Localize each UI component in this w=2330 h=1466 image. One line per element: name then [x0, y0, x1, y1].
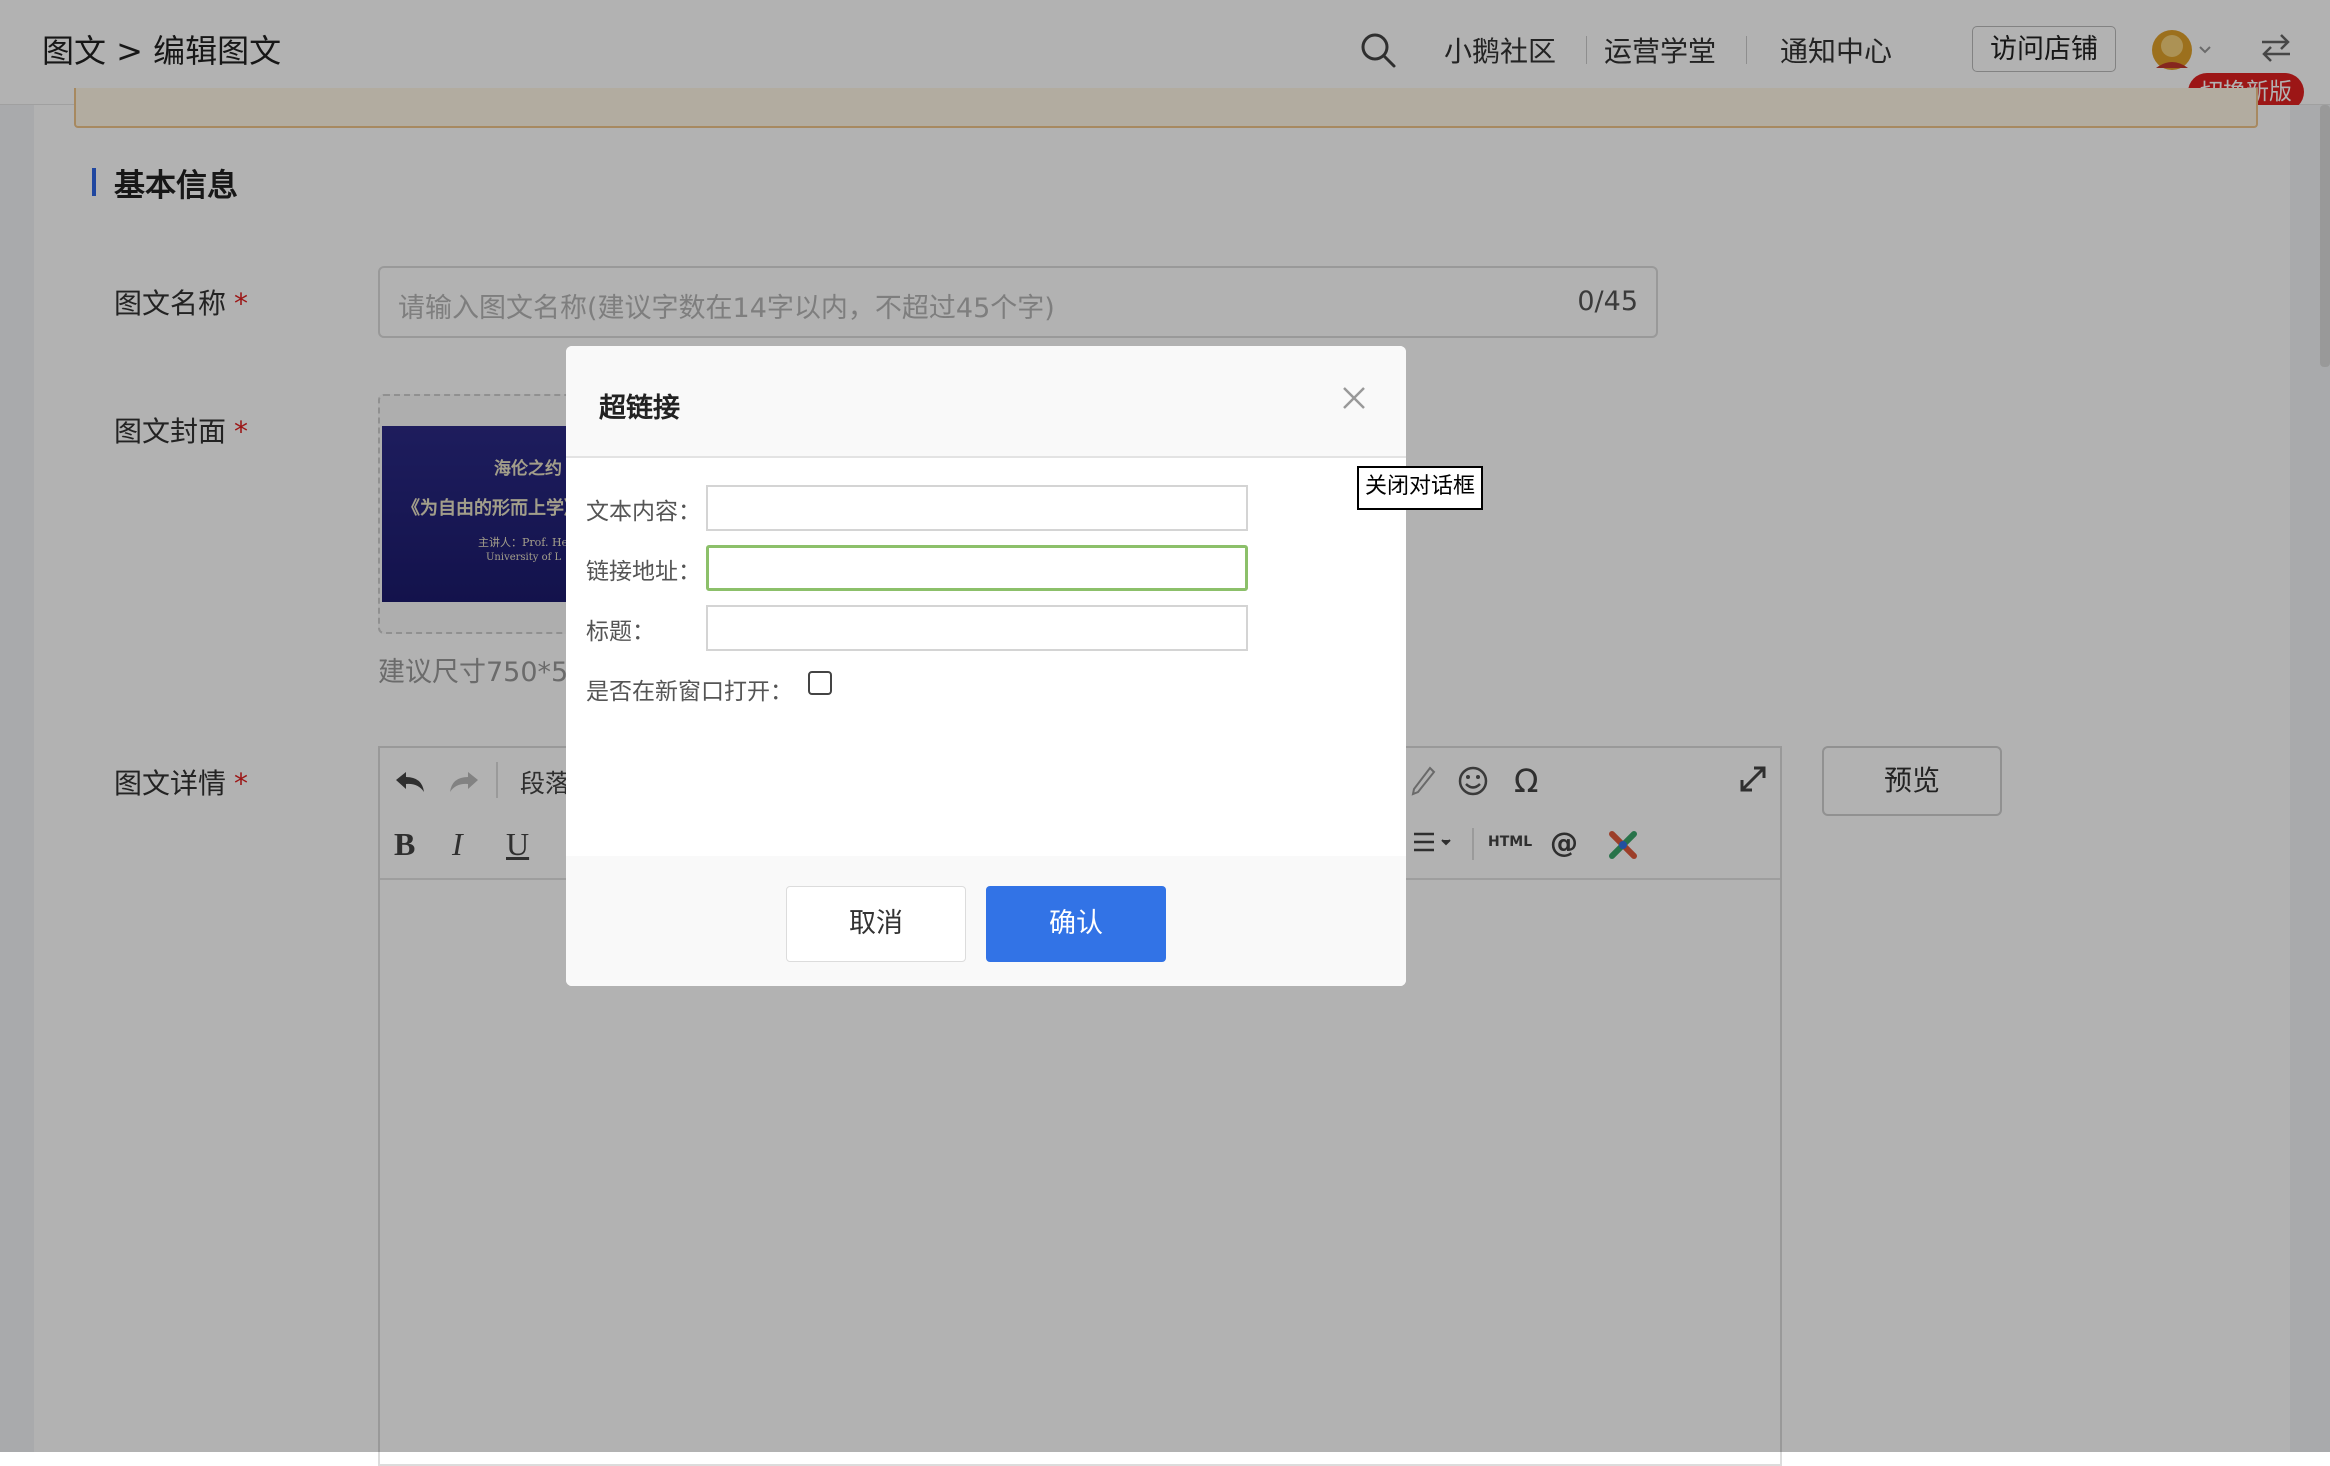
- new-window-label: 是否在新窗口打开：: [586, 679, 793, 705]
- dialog-header: 超链接: [566, 346, 1406, 458]
- close-icon[interactable]: [1334, 378, 1374, 418]
- hyperlink-dialog: 超链接 文本内容： 链接地址： 标题： 是否在新窗口打开： 取消 确认: [566, 346, 1406, 986]
- link-title-label: 标题：: [586, 619, 655, 645]
- text-content-input[interactable]: [706, 485, 1248, 531]
- new-window-checkbox[interactable]: [808, 671, 832, 695]
- dialog-title: 超链接: [599, 393, 680, 424]
- close-dialog-tooltip: 关闭对话框: [1357, 466, 1484, 510]
- text-content-label: 文本内容：: [586, 499, 701, 525]
- link-url-label: 链接地址：: [586, 559, 701, 585]
- confirm-button[interactable]: 确认: [986, 886, 1166, 962]
- cancel-button[interactable]: 取消: [786, 886, 966, 962]
- link-url-input[interactable]: [706, 545, 1248, 591]
- link-title-input[interactable]: [706, 605, 1248, 651]
